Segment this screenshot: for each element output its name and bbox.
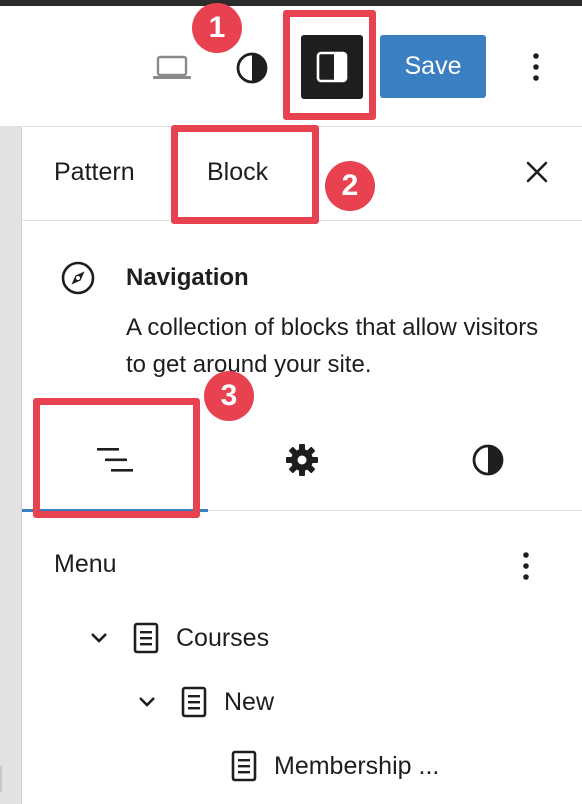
desktop-preview-button[interactable] [146, 48, 198, 88]
tree-item-new[interactable]: New [136, 680, 274, 724]
chevron-down-icon[interactable] [88, 627, 110, 649]
canvas-edge-mark [0, 766, 2, 792]
annotation-highlight-block-tab [171, 125, 319, 224]
half-circle-icon [236, 52, 268, 84]
close-icon [526, 161, 548, 183]
editor-canvas-edge [0, 127, 22, 804]
tree-item-courses[interactable]: Courses [88, 616, 269, 660]
menu-options-button[interactable] [508, 546, 544, 586]
save-button[interactable]: Save [380, 35, 486, 98]
half-circle-icon [472, 444, 504, 476]
page-icon [132, 622, 160, 654]
styles-button[interactable] [226, 46, 278, 90]
tree-item-label: New [224, 687, 275, 716]
annotation-badge-2: 2 [325, 161, 375, 211]
tree-item-label: Courses [176, 623, 270, 652]
block-card: Navigation A collection of blocks that a… [22, 221, 582, 401]
tree-item-label: Membership ... [274, 751, 440, 780]
more-vertical-icon [533, 53, 539, 81]
page-icon [230, 750, 258, 782]
menu-heading: Menu [54, 550, 117, 578]
chevron-down-icon[interactable] [136, 691, 158, 713]
gear-icon [286, 444, 318, 476]
tab-block-settings[interactable] [272, 430, 332, 490]
tab-block-styles[interactable] [458, 430, 518, 490]
compass-icon [60, 260, 96, 296]
close-sidebar-button[interactable] [522, 157, 552, 187]
block-title: Navigation [126, 264, 249, 291]
annotation-highlight-list-view [33, 398, 200, 518]
more-vertical-icon [523, 552, 529, 580]
annotation-badge-1: 1 [192, 3, 242, 53]
annotation-badge-3: 3 [204, 371, 254, 421]
annotation-highlight-settings [283, 10, 376, 120]
tree-item-membership[interactable]: Membership ... [230, 744, 439, 788]
block-description: A collection of blocks that allow visito… [126, 314, 539, 378]
options-button[interactable] [516, 44, 556, 90]
tab-pattern[interactable]: Pattern [54, 158, 135, 187]
laptop-icon [153, 55, 191, 79]
page-icon [180, 686, 208, 718]
